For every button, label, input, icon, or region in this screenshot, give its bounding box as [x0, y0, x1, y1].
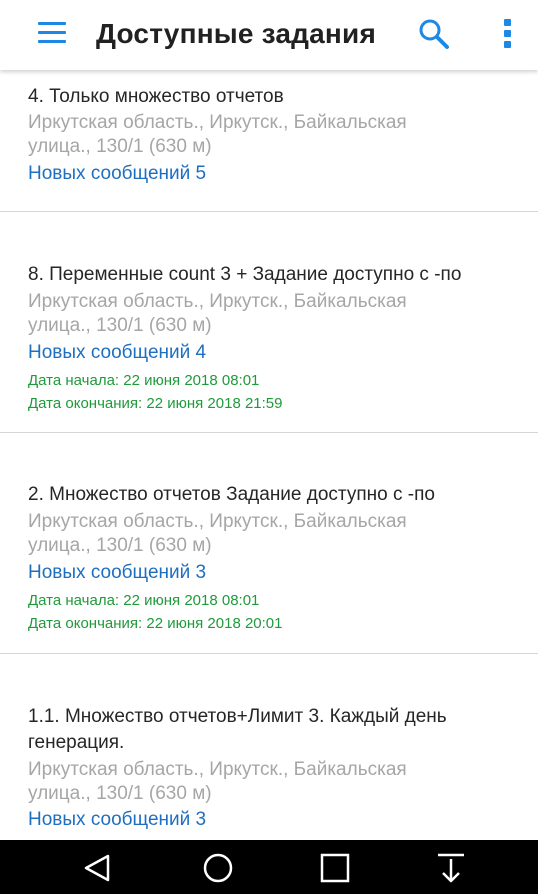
- task-new-messages: Новых сообщений 3: [28, 562, 207, 583]
- task-item[interactable]: 4. Только множество отчетов Иркутская об…: [0, 70, 538, 212]
- task-new-messages: Новых сообщений 5: [28, 163, 207, 184]
- system-nav-bar: [0, 840, 538, 894]
- task-title: генерация.: [28, 732, 125, 753]
- task-start-date: Дата начала: 22 июня 2018 08:01: [28, 372, 260, 389]
- task-address: Иркутская область., Иркутск., Байкальска…: [28, 511, 407, 532]
- task-end-date: Дата окончания: 22 июня 2018 20:01: [28, 615, 283, 632]
- app-bar: Доступные задания: [0, 0, 538, 70]
- task-address: улица., 130/1 (630 м): [28, 136, 212, 157]
- task-address: улица., 130/1 (630 м): [28, 535, 212, 556]
- recents-square-icon[interactable]: [318, 852, 352, 884]
- notification-pull-icon[interactable]: [434, 852, 468, 884]
- task-new-messages: Новых сообщений 3: [28, 809, 207, 830]
- task-item[interactable]: 1.1. Множество отчетов+Лимит 3. Каждый д…: [0, 654, 538, 840]
- task-address: улица., 130/1 (630 м): [28, 315, 212, 336]
- search-icon[interactable]: [416, 16, 452, 52]
- task-new-messages: Новых сообщений 4: [28, 342, 207, 363]
- back-triangle-icon[interactable]: [80, 852, 114, 884]
- more-vert-icon[interactable]: [496, 16, 520, 52]
- task-start-date: Дата начала: 22 июня 2018 08:01: [28, 592, 260, 609]
- task-end-date: Дата окончания: 22 июня 2018 21:59: [28, 395, 283, 412]
- task-item[interactable]: 2. Множество отчетов Задание доступно с …: [0, 433, 538, 654]
- task-title: 4. Только множество отчетов: [28, 86, 284, 107]
- task-address: Иркутская область., Иркутск., Байкальска…: [28, 112, 407, 133]
- task-item[interactable]: 8. Переменные count 3 + Задание доступно…: [0, 212, 538, 433]
- task-title: 1.1. Множество отчетов+Лимит 3. Каждый д…: [28, 706, 447, 727]
- task-title: 2. Множество отчетов Задание доступно с …: [28, 484, 435, 505]
- task-address: улица., 130/1 (630 м): [28, 783, 212, 804]
- task-address: Иркутская область., Иркутск., Байкальска…: [28, 759, 407, 780]
- task-list: 4. Только множество отчетов Иркутская об…: [0, 70, 538, 840]
- page-title: Доступные задания: [96, 18, 376, 49]
- hamburger-menu-icon[interactable]: [38, 22, 66, 44]
- task-title: 8. Переменные count 3 + Задание доступно…: [28, 264, 462, 285]
- home-circle-icon[interactable]: [201, 852, 235, 884]
- task-address: Иркутская область., Иркутск., Байкальска…: [28, 291, 407, 312]
